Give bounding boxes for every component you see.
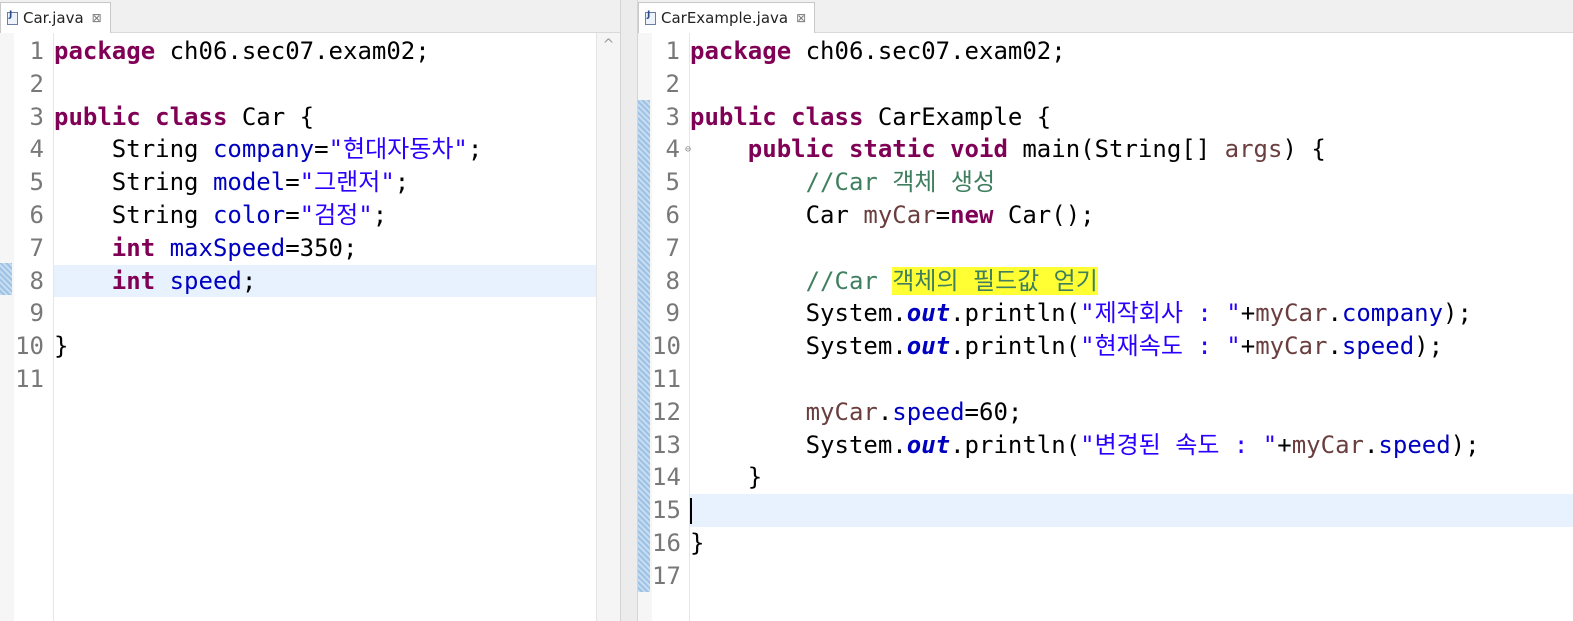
- car-java-editor[interactable]: Car.java ⊠ 1 2 3 4 5 6 7 8 9 10 11 package ch06.se…: [0, 0, 620, 621]
- code-line-4: public static void main(String[] args) {: [747, 135, 1326, 164]
- code-line-8-current: int speed;: [54, 264, 596, 298]
- line-number: 4: [665, 135, 680, 164]
- code-line-4: String company="현대자동차";: [111, 135, 483, 164]
- tab-title: Car.java: [23, 9, 84, 27]
- line-number: 10: [15, 332, 44, 361]
- line-number: 11: [652, 364, 681, 393]
- change-marker: [638, 100, 650, 592]
- code-line-3: public class CarExample {: [690, 102, 1052, 131]
- code-line-14: }: [747, 463, 763, 492]
- line-number: 16: [652, 528, 681, 557]
- line-number: 4: [29, 135, 44, 164]
- right-tab-bar: CarExample.java ⊠: [638, 0, 1573, 33]
- line-number: 6: [665, 200, 680, 229]
- code-line-16: }: [690, 528, 705, 557]
- line-number: 1: [29, 37, 44, 65]
- line-number: 10: [652, 332, 681, 361]
- left-vertical-scrollbar[interactable]: ^: [596, 33, 620, 621]
- code-line-3: public class Car {: [54, 102, 315, 131]
- code-line-15-current: [690, 494, 1573, 527]
- line-number: 9: [665, 299, 680, 328]
- code-line-7: int maxSpeed=350;: [111, 233, 358, 262]
- java-file-icon: [645, 10, 656, 25]
- line-number: 1: [665, 37, 680, 65]
- code-line-1: package ch06.sec07.exam02;: [690, 37, 1066, 65]
- right-line-number-gutter: 1 2 3 4 ⊖ 5 6 7 8 9 10 11 12 13 14 15 16 17: [652, 33, 691, 621]
- java-file-icon: [7, 10, 18, 25]
- code-line-1: package ch06.sec07.exam02;: [54, 37, 430, 65]
- line-number: 8: [665, 266, 680, 295]
- line-number: 12: [652, 397, 681, 426]
- line-number: 6: [29, 200, 44, 229]
- code-line-13: System.out.println("변경된 속도 : "+myCar.spe…: [805, 430, 1480, 459]
- left-code-area[interactable]: package ch06.sec07.exam02; public class …: [54, 35, 596, 621]
- code-line-6: Car myCar=new Car();: [805, 200, 1095, 229]
- scroll-up-arrow-icon[interactable]: ^: [597, 37, 620, 53]
- line-number: 9: [29, 299, 44, 328]
- line-number: 13: [652, 430, 681, 459]
- code-line-12: myCar.speed=60;: [805, 397, 1023, 426]
- code-line-5: //Car 객체 생성: [805, 168, 996, 197]
- text-caret: [690, 498, 692, 525]
- change-marker: [0, 263, 12, 295]
- line-number: 15: [652, 496, 681, 525]
- tab-title: CarExample.java: [661, 9, 789, 27]
- right-code-area[interactable]: package ch06.sec07.exam02; public class …: [690, 35, 1573, 621]
- code-line-10: System.out.println("현재속도 : "+myCar.speed…: [805, 332, 1444, 361]
- car-example-java-editor[interactable]: CarExample.java ⊠ 1234⊖56789101112131415…: [638, 0, 1573, 621]
- code-line-6: String color="검정";: [111, 200, 388, 229]
- code-line-5: String model="그랜저";: [111, 168, 410, 197]
- line-number: 7: [665, 233, 680, 262]
- line-number: 5: [665, 168, 680, 197]
- line-number: 5: [29, 168, 44, 197]
- line-number: 2: [29, 69, 44, 98]
- line-number: 14: [652, 463, 681, 492]
- search-highlight: 객체의 필드값 얻기: [892, 266, 1098, 295]
- left-line-number-gutter: 1 2 3 4 5 6 7 8 9 10 11: [14, 33, 54, 621]
- code-line-8: //Car 객체의 필드값 얻기: [805, 266, 1098, 295]
- code-line-9: System.out.println("제작회사 : "+myCar.compa…: [805, 299, 1472, 328]
- line-number: 17: [652, 561, 681, 590]
- code-line-10: }: [54, 332, 69, 361]
- line-number: 11: [15, 364, 44, 393]
- tab-car-java[interactable]: Car.java ⊠: [0, 2, 111, 33]
- line-number: 7: [29, 233, 44, 262]
- tab-car-example-java[interactable]: CarExample.java ⊠: [638, 2, 816, 33]
- line-number: 8: [29, 266, 44, 295]
- right-overview-ruler: [638, 33, 652, 621]
- editor-splitter[interactable]: [620, 0, 638, 621]
- line-number: 3: [29, 102, 44, 131]
- left-overview-ruler: [0, 33, 14, 621]
- line-number: 2: [665, 69, 680, 98]
- close-tab-icon[interactable]: ⊠: [92, 11, 102, 25]
- line-number: 3: [665, 102, 680, 131]
- left-tab-bar: Car.java ⊠: [0, 0, 620, 33]
- close-tab-icon[interactable]: ⊠: [796, 11, 806, 25]
